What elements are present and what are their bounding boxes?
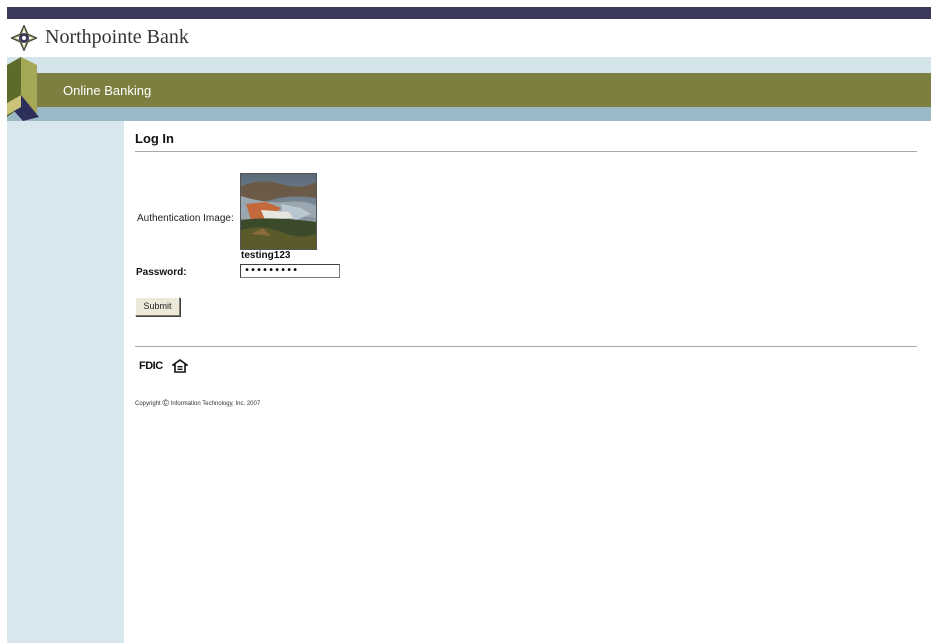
section-header: Online Banking [7, 73, 931, 107]
password-label: Password: [136, 267, 187, 278]
page-title: Log In [135, 131, 174, 146]
equal-housing-icon [172, 359, 188, 373]
copyright-notice: Copyright © Information Technology, Inc.… [135, 398, 260, 408]
section-label: Online Banking [63, 83, 152, 98]
footer-divider [135, 346, 917, 347]
copyright-prefix: Copyright [135, 401, 161, 407]
copyright-text: Information Technology, Inc. 2007 [170, 401, 261, 407]
title-divider [135, 151, 917, 152]
copyright-symbol: © [162, 398, 169, 408]
auth-image-label: Authentication Image: [137, 213, 234, 224]
auth-image-caption: testing123 [241, 250, 291, 261]
password-input[interactable]: ••••••••• [240, 264, 340, 278]
authentication-image [240, 173, 317, 250]
submit-button[interactable]: Submit [135, 297, 180, 316]
ribbon-decoration [7, 57, 39, 121]
bank-name: Northpointe Bank [45, 26, 189, 48]
sidebar [7, 121, 124, 643]
fdic-logo: FDIC [139, 360, 163, 372]
header-lower-band [7, 107, 931, 121]
header-light-band [7, 57, 931, 73]
compass-rose-icon [11, 25, 37, 51]
brand-header: Northpointe Bank [7, 19, 931, 57]
top-bar [7, 7, 931, 19]
